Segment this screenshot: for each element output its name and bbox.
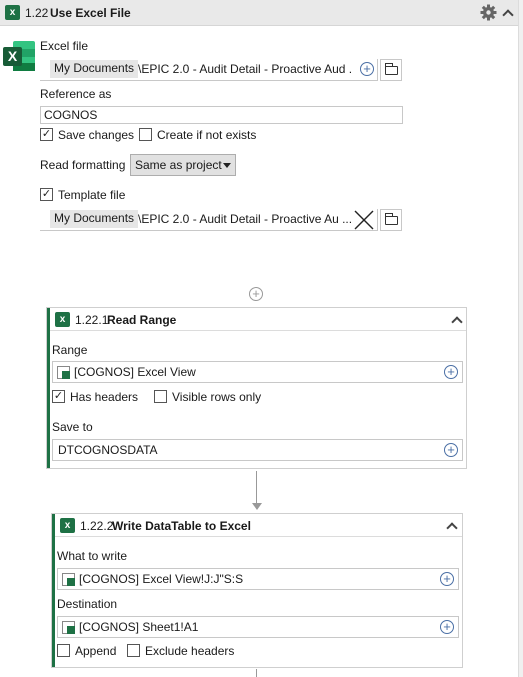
append-label: Append xyxy=(75,644,117,658)
has-headers-checkbox[interactable]: ✓ xyxy=(52,390,65,403)
flow-connector xyxy=(256,471,257,505)
flow-connector xyxy=(256,669,257,677)
range-label: Range xyxy=(52,343,88,357)
template-file-field[interactable]: My Documents \EPIC 2.0 - Audit Detail - … xyxy=(40,209,378,231)
gear-icon[interactable] xyxy=(480,4,497,21)
exclude-headers-label: Exclude headers xyxy=(145,644,235,658)
read-formatting-select[interactable]: Same as project xyxy=(130,154,236,176)
template-file-label: Template file xyxy=(58,188,126,202)
save-to-field[interactable]: DTCOGNOSDATA + xyxy=(52,439,463,461)
scrollbar[interactable] xyxy=(518,0,523,677)
table-icon xyxy=(62,621,75,634)
reference-label: Reference as xyxy=(40,87,112,101)
append-checkbox[interactable] xyxy=(57,644,70,657)
range-icon xyxy=(57,366,70,379)
what-to-write-value: [COGNOS] Excel View!J:J"S:S xyxy=(79,572,244,586)
template-chip: My Documents xyxy=(50,210,139,228)
add-variable-icon[interactable]: + xyxy=(360,62,374,76)
excel-icon: x xyxy=(55,312,73,327)
activity-title: Use Excel File xyxy=(50,6,131,20)
reference-input[interactable]: COGNOS xyxy=(40,106,403,124)
excel-large-icon: X xyxy=(3,41,35,71)
clear-icon[interactable] xyxy=(354,210,374,230)
add-activity-icon[interactable]: + xyxy=(249,287,263,301)
read-formatting-value: Same as project xyxy=(135,158,222,172)
browse-folder-button[interactable] xyxy=(380,59,402,81)
reference-value: COGNOS xyxy=(44,108,98,122)
add-variable-icon[interactable]: + xyxy=(444,443,458,457)
read-range-number: 1.22.1 xyxy=(75,313,109,327)
flow-arrow-icon xyxy=(252,503,262,510)
save-to-value: DTCOGNOSDATA xyxy=(58,443,158,457)
read-formatting-label: Read formatting xyxy=(40,158,126,172)
excel-icon: x xyxy=(60,518,78,533)
exclude-headers-checkbox[interactable] xyxy=(127,644,140,657)
add-variable-icon[interactable]: + xyxy=(440,572,454,586)
create-if-not-exists-checkbox[interactable] xyxy=(139,128,152,141)
save-changes-checkbox[interactable]: ✓ xyxy=(40,128,53,141)
folder-icon xyxy=(385,63,398,75)
read-range-title: Read Range xyxy=(107,313,177,327)
add-variable-icon[interactable]: + xyxy=(440,620,454,634)
visible-rows-checkbox[interactable] xyxy=(154,390,167,403)
has-headers-label: Has headers xyxy=(70,390,139,404)
collapse-icon[interactable] xyxy=(446,522,458,534)
read-range-card[interactable]: x 1.22.1 Read Range Range [COGNOS] Excel… xyxy=(46,307,467,469)
read-range-header[interactable]: x 1.22.1 Read Range xyxy=(50,308,466,331)
excel-file-chip: My Documents xyxy=(50,60,139,78)
destination-field[interactable]: [COGNOS] Sheet1!A1 + xyxy=(57,616,459,638)
write-datatable-number: 1.22.2 xyxy=(80,519,114,533)
what-to-write-field[interactable]: [COGNOS] Excel View!J:J"S:S + xyxy=(57,568,459,590)
folder-icon xyxy=(385,213,398,225)
save-to-label: Save to xyxy=(52,420,93,434)
write-datatable-card[interactable]: x 1.22.2 Write DataTable to Excel What t… xyxy=(51,513,463,668)
activity-number: 1.22 xyxy=(25,6,49,20)
excel-file-field[interactable]: My Documents \EPIC 2.0 - Audit Detail - … xyxy=(40,59,378,81)
dropdown-arrow-icon xyxy=(223,163,231,168)
destination-label: Destination xyxy=(57,597,118,611)
template-path: \EPIC 2.0 - Audit Detail - Proactive Au … xyxy=(138,212,351,226)
range-field[interactable]: [COGNOS] Excel View + xyxy=(52,361,463,383)
collapse-icon[interactable] xyxy=(451,316,463,328)
create-if-not-exists-label: Create if not exists xyxy=(157,128,257,142)
what-to-write-label: What to write xyxy=(57,549,128,563)
visible-rows-label: Visible rows only xyxy=(172,390,262,404)
excel-file-label: Excel file xyxy=(40,39,89,53)
write-datatable-title: Write DataTable to Excel xyxy=(112,519,251,533)
add-variable-icon[interactable]: + xyxy=(444,365,458,379)
destination-value: [COGNOS] Sheet1!A1 xyxy=(79,620,199,634)
template-file-checkbox[interactable]: ✓ xyxy=(40,188,53,201)
excel-file-path: \EPIC 2.0 - Audit Detail - Proactive Aud… xyxy=(138,62,353,76)
table-icon xyxy=(62,573,75,586)
range-value: [COGNOS] Excel View xyxy=(74,365,196,379)
collapse-icon[interactable] xyxy=(502,9,514,21)
activity-header[interactable]: x 1.22 Use Excel File xyxy=(0,0,518,26)
write-datatable-header[interactable]: x 1.22.2 Write DataTable to Excel xyxy=(55,514,462,537)
excel-icon: x xyxy=(5,5,23,20)
save-changes-label: Save changes xyxy=(58,128,135,142)
template-browse-button[interactable] xyxy=(380,209,402,231)
